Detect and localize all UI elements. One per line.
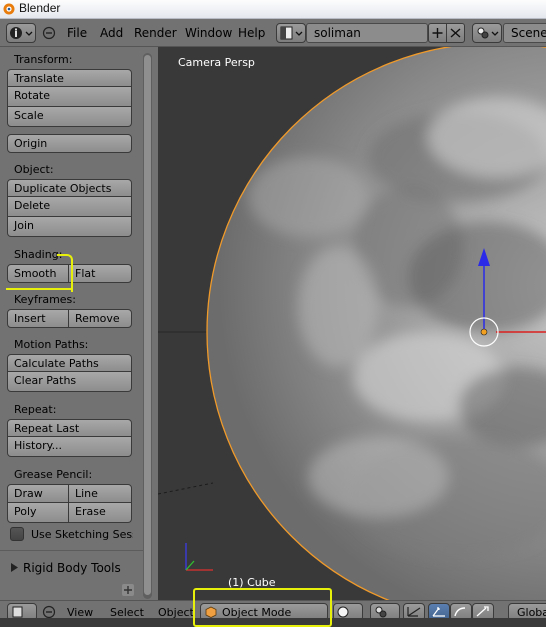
manipulator-toggle[interactable] bbox=[403, 603, 425, 618]
scene-selector-button[interactable] bbox=[472, 23, 502, 43]
rigid-body-tools-label[interactable]: Rigid Body Tools bbox=[23, 561, 121, 575]
editor-type-button[interactable] bbox=[6, 23, 36, 43]
remove-keyframe-button[interactable]: Remove bbox=[68, 309, 132, 328]
expand-triangle-icon[interactable] bbox=[10, 563, 19, 572]
erase-button[interactable]: Erase bbox=[68, 503, 132, 523]
line-button[interactable]: Line bbox=[68, 484, 132, 503]
editor-type-button-bottom[interactable] bbox=[7, 603, 37, 618]
collapse-menus-icon[interactable] bbox=[42, 26, 56, 40]
tool-shelf-scrollbar[interactable] bbox=[143, 53, 152, 599]
rotate-manipulator-button[interactable] bbox=[450, 603, 472, 618]
viewport-canvas bbox=[158, 47, 546, 600]
info-header: File Add Render Window Help soliman Scen… bbox=[0, 19, 546, 47]
manipulator-icon bbox=[407, 607, 421, 617]
insert-keyframe-button[interactable]: Insert bbox=[7, 309, 69, 328]
screen-name-field[interactable]: soliman bbox=[306, 23, 428, 43]
motion-paths-heading: Motion Paths: bbox=[14, 338, 89, 351]
calculate-paths-button[interactable]: Calculate Paths bbox=[7, 354, 132, 372]
keyframes-heading: Keyframes: bbox=[14, 293, 76, 306]
menu-render[interactable]: Render bbox=[134, 26, 177, 40]
3d-view-icon bbox=[12, 606, 23, 618]
pivot-icon bbox=[375, 606, 387, 618]
flat-button[interactable]: Flat bbox=[68, 264, 132, 283]
shading-heading: Shading: bbox=[14, 248, 63, 261]
poly-button[interactable]: Poly bbox=[7, 503, 69, 523]
sketching-session-label: Use Sketching Sessi bbox=[31, 528, 133, 541]
camera-dashed-line bbox=[158, 482, 214, 495]
sketching-session-checkbox[interactable] bbox=[10, 527, 24, 541]
clear-paths-button[interactable]: Clear Paths bbox=[7, 372, 132, 392]
blender-logo-icon bbox=[3, 3, 15, 15]
3d-viewport[interactable]: Camera Persp (1) Cube bbox=[158, 47, 546, 600]
close-icon bbox=[450, 28, 461, 38]
scene-name-field[interactable]: Scene bbox=[503, 23, 546, 43]
menu-file[interactable]: File bbox=[67, 26, 87, 40]
menu-view[interactable]: View bbox=[67, 606, 93, 618]
transform-orientation-dropdown[interactable]: Globa bbox=[508, 603, 546, 618]
menu-object[interactable]: Object bbox=[158, 606, 194, 618]
annotation-highlight-mode bbox=[193, 588, 332, 627]
transform-orientation-label: Globa bbox=[517, 606, 546, 618]
scale-manipulator-button[interactable] bbox=[472, 603, 494, 618]
info-icon bbox=[10, 27, 33, 39]
panel-add-button[interactable] bbox=[122, 584, 134, 596]
solid-shading-icon bbox=[337, 606, 349, 618]
menu-window[interactable]: Window bbox=[185, 26, 232, 40]
delete-screen-button[interactable] bbox=[446, 23, 465, 43]
scene-name: Scene bbox=[511, 26, 546, 40]
window-title: Blender bbox=[19, 1, 61, 15]
menu-add[interactable]: Add bbox=[100, 26, 123, 40]
collapse-menus-icon[interactable] bbox=[42, 605, 56, 618]
menu-select[interactable]: Select bbox=[110, 606, 144, 618]
screen-name: soliman bbox=[314, 26, 361, 40]
delete-button[interactable]: Delete bbox=[7, 197, 132, 217]
translate-arrows-icon bbox=[432, 607, 445, 617]
rotate-arc-icon bbox=[454, 607, 466, 617]
join-button[interactable]: Join bbox=[7, 217, 132, 237]
object-heading: Object: bbox=[14, 163, 54, 176]
scene-icon bbox=[477, 27, 499, 39]
annotation-highlight-shading bbox=[57, 254, 73, 292]
plus-icon bbox=[432, 28, 443, 38]
menu-help[interactable]: Help bbox=[238, 26, 265, 40]
repeat-heading: Repeat: bbox=[14, 403, 57, 416]
transform-heading: Transform: bbox=[14, 53, 73, 66]
plus-icon bbox=[124, 586, 132, 594]
pivot-point-dropdown[interactable] bbox=[370, 603, 400, 618]
viewport-shading-dropdown[interactable] bbox=[333, 603, 363, 618]
history-button[interactable]: History... bbox=[7, 437, 132, 457]
translate-manipulator-button[interactable] bbox=[428, 603, 450, 618]
tool-shelf: Transform: Translate Rotate Scale Origin… bbox=[0, 47, 158, 600]
title-bar: Blender bbox=[0, 0, 546, 19]
screen-layout-button[interactable] bbox=[276, 23, 306, 43]
view-axes-widget bbox=[185, 543, 213, 571]
scale-button[interactable]: Scale bbox=[7, 107, 132, 127]
add-screen-button[interactable] bbox=[428, 23, 447, 43]
rotate-button[interactable]: Rotate bbox=[7, 87, 132, 107]
grease-pencil-heading: Grease Pencil: bbox=[14, 468, 93, 481]
translate-button[interactable]: Translate bbox=[7, 69, 132, 87]
scale-icon bbox=[476, 606, 489, 617]
origin-button[interactable]: Origin bbox=[7, 134, 132, 153]
annotation-underline-shading bbox=[6, 288, 72, 290]
duplicate-objects-button[interactable]: Duplicate Objects bbox=[7, 179, 132, 197]
object-origin-dot bbox=[480, 328, 488, 336]
draw-button[interactable]: Draw bbox=[7, 484, 69, 503]
repeat-last-button[interactable]: Repeat Last bbox=[7, 419, 132, 437]
view-name-label: Camera Persp bbox=[178, 56, 255, 69]
screen-layout-icon bbox=[280, 26, 303, 40]
